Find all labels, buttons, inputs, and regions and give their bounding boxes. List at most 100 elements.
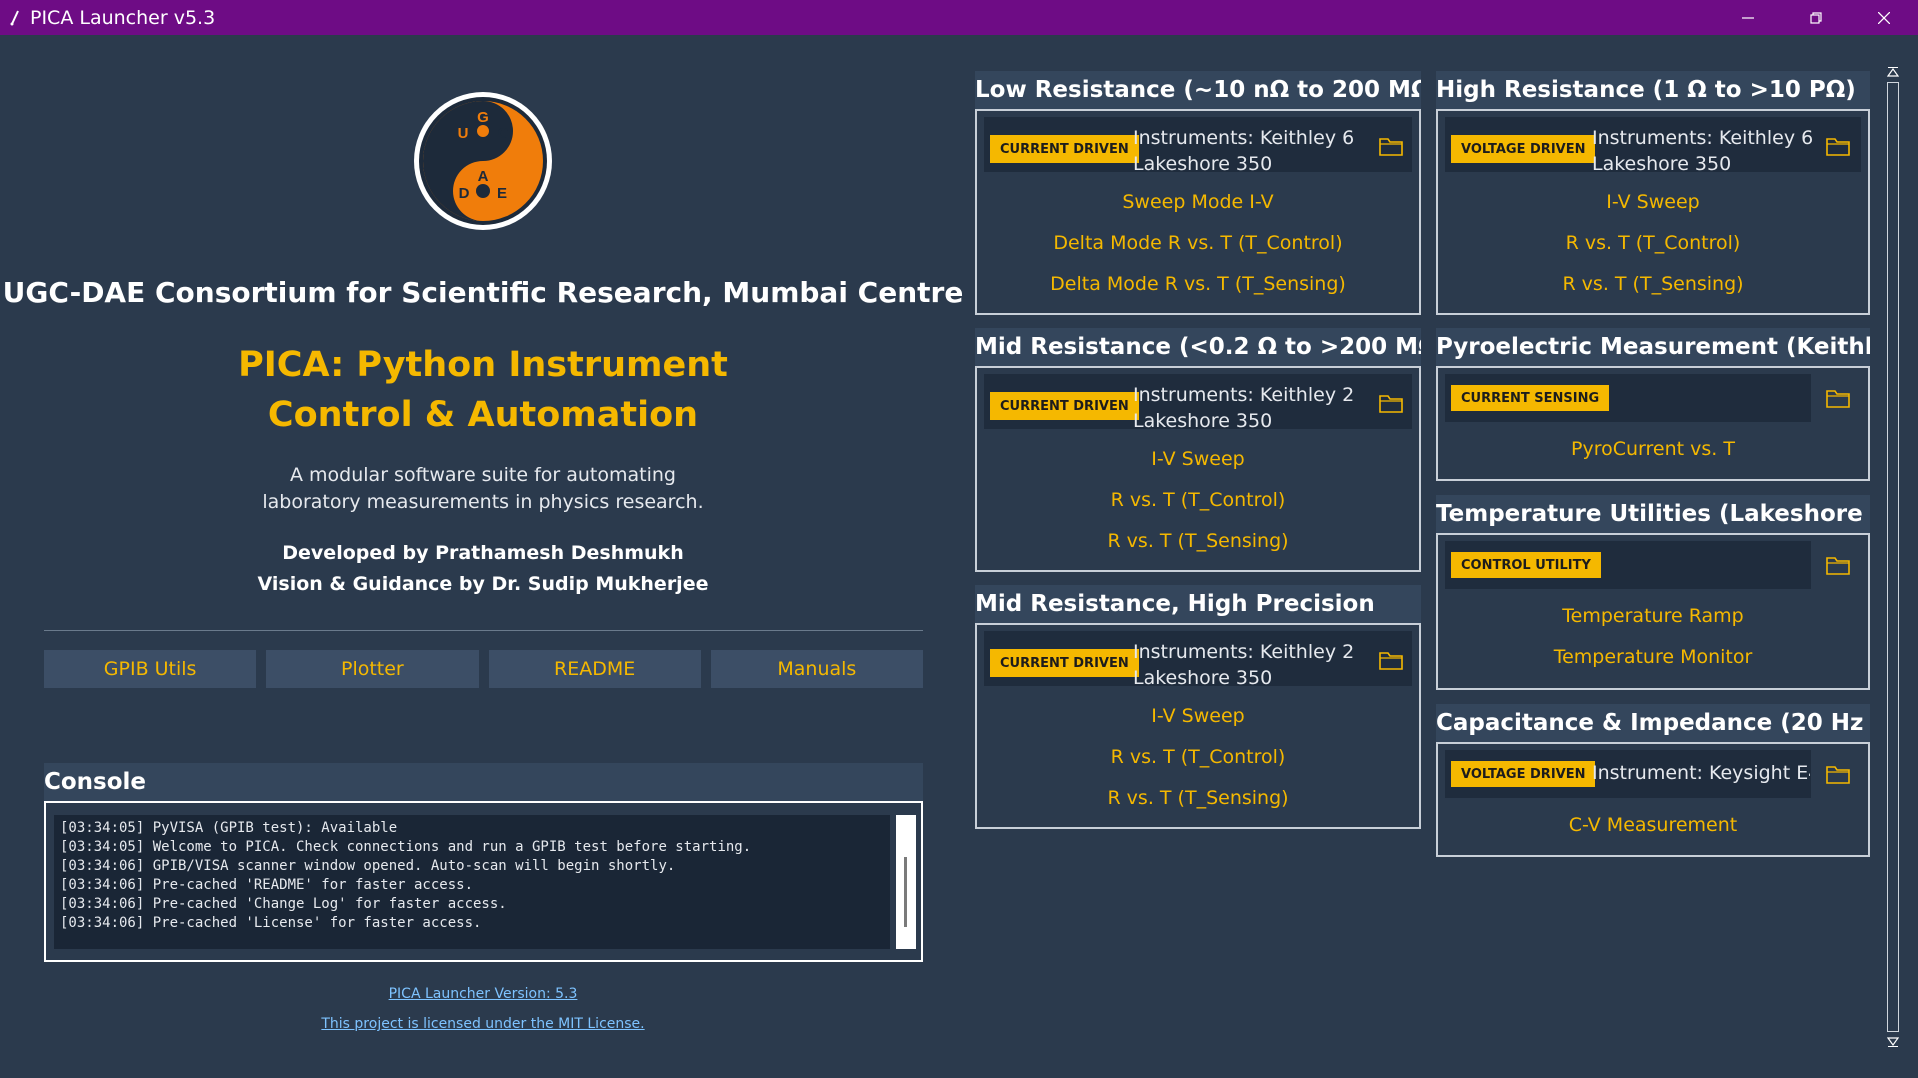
svg-text:A: A	[478, 168, 489, 185]
delta-mode-rt-sensing-link[interactable]: Delta Mode R vs. T (T_Sensing)	[977, 264, 1419, 305]
folder-icon[interactable]	[1826, 388, 1850, 408]
pyrocurrent-link[interactable]: PyroCurrent vs. T	[1438, 429, 1868, 470]
folder-icon[interactable]	[1379, 393, 1403, 413]
section-title: Mid Resistance, High Precision	[975, 591, 1375, 617]
svg-text:U: U	[458, 125, 469, 142]
console-line: [03:34:06] GPIB/VISA scanner window open…	[60, 858, 676, 874]
organization-title: UGC-DAE Consortium for Scientific Resear…	[2, 276, 964, 309]
folder-icon[interactable]	[1379, 136, 1403, 156]
measurement-links: I-V Sweep R vs. T (T_Control) R vs. T (T…	[1438, 182, 1868, 305]
capacitance-impedance-section: Capacitance & Impedance (20 Hz - 2 MHz) …	[1436, 704, 1870, 857]
guidance-credit: Vision & Guidance by Dr. Sudip Mukherjee	[257, 573, 709, 595]
console-panel: [03:34:05] PyVISA (GPIB test): Available…	[44, 801, 923, 962]
rt-sensing-link[interactable]: R vs. T (T_Sensing)	[977, 778, 1419, 819]
instrument-info: CONTROL UTILITY	[1445, 541, 1811, 589]
svg-text:D: D	[459, 185, 470, 202]
minimize-button[interactable]	[1714, 0, 1782, 35]
section-body: CURRENT SENSING PyroCurrent vs. T	[1436, 366, 1870, 481]
section-title: Low Resistance (~10 nΩ to 200 MΩ)	[975, 77, 1421, 103]
pyroelectric-section: Pyroelectric Measurement (Keithley 6517B…	[1436, 328, 1870, 481]
mid-resistance-section: Mid Resistance (<0.2 Ω to >200 MΩ) CURRE…	[975, 328, 1421, 572]
mode-badge: VOLTAGE DRIVEN	[1451, 761, 1596, 787]
section-body: CURRENT DRIVEN Instruments: Keithley 240…	[975, 366, 1421, 572]
manuals-button[interactable]: Manuals	[710, 650, 923, 688]
license-link[interactable]: This project is licensed under the MIT L…	[0, 1016, 966, 1032]
instrument-line: Lakeshore 350	[1133, 410, 1273, 432]
console-scrollbar[interactable]	[896, 815, 916, 949]
rt-sensing-link[interactable]: R vs. T (T_Sensing)	[977, 521, 1419, 562]
svg-text:E: E	[497, 185, 507, 202]
readme-button[interactable]: README	[488, 650, 701, 688]
temperature-ramp-link[interactable]: Temperature Ramp	[1438, 596, 1868, 637]
sweep-mode-iv-link[interactable]: Sweep Mode I-V	[977, 182, 1419, 223]
rt-sensing-link[interactable]: R vs. T (T_Sensing)	[1438, 264, 1868, 305]
console-title: Console	[44, 769, 147, 795]
version-link[interactable]: PICA Launcher Version: 5.3	[0, 986, 966, 1002]
section-title: Pyroelectric Measurement (Keithley 6517B…	[1436, 334, 1870, 360]
section-header: Capacitance & Impedance (20 Hz - 2 MHz)	[1436, 704, 1870, 742]
instrument-info: CURRENT DRIVEN Instruments: Keithley 240…	[984, 374, 1412, 432]
console-scrollbar-thumb[interactable]	[904, 857, 907, 927]
close-button[interactable]	[1850, 0, 1918, 35]
rt-control-link[interactable]: R vs. T (T_Control)	[977, 737, 1419, 778]
scroll-down-button[interactable]	[1886, 1036, 1900, 1048]
measurement-links: I-V Sweep R vs. T (T_Control) R vs. T (T…	[977, 439, 1419, 562]
instrument-line: Instrument: Keysight E4980A	[1592, 762, 1810, 784]
app-name-heading: PICA: Python Instrument Control & Automa…	[0, 340, 966, 440]
high-resistance-section: High Resistance (1 Ω to >10 PΩ) VOLTAGE …	[1436, 71, 1870, 315]
iv-sweep-link[interactable]: I-V Sweep	[977, 696, 1419, 737]
temperature-monitor-link[interactable]: Temperature Monitor	[1438, 637, 1868, 678]
section-title: High Resistance (1 Ω to >10 PΩ)	[1436, 77, 1856, 103]
instrument-line: Instruments: Keithley 2400	[1133, 641, 1353, 663]
description-line1: A modular software suite for automating	[290, 464, 676, 486]
close-icon	[1878, 11, 1890, 24]
app-name-line2: Control & Automation	[267, 395, 699, 435]
section-title: Temperature Utilities (Lakeshore 350)	[1436, 501, 1870, 527]
main-scrollbar[interactable]	[1880, 66, 1906, 1050]
instrument-line: Instruments: Keithley 6517	[1592, 127, 1812, 149]
description-line2: laboratory measurements in physics resea…	[262, 491, 704, 513]
section-header: Mid Resistance (<0.2 Ω to >200 MΩ)	[975, 328, 1421, 366]
mode-badge: CURRENT DRIVEN	[990, 135, 1139, 163]
section-body: CURRENT DRIVEN Instruments: Keithley 240…	[975, 623, 1421, 829]
section-header: Pyroelectric Measurement (Keithley 6517B…	[1436, 328, 1870, 366]
section-header: Mid Resistance, High Precision	[975, 585, 1421, 623]
gpib-utils-button[interactable]: GPIB Utils	[44, 650, 257, 688]
mode-badge: CURRENT DRIVEN	[990, 392, 1139, 420]
cv-measurement-link[interactable]: C-V Measurement	[1438, 805, 1868, 846]
measurement-links: I-V Sweep R vs. T (T_Control) R vs. T (T…	[977, 696, 1419, 819]
instrument-list: Instruments: Keithley 2400 Lakeshore 350	[1133, 382, 1353, 434]
section-body: CURRENT DRIVEN Instruments: Keithley 622…	[975, 109, 1421, 315]
section-body: VOLTAGE DRIVEN Instruments: Keithley 651…	[1436, 109, 1870, 315]
mode-badge: CURRENT SENSING	[1451, 385, 1610, 411]
delta-mode-rt-control-link[interactable]: Delta Mode R vs. T (T_Control)	[977, 223, 1419, 264]
mode-badge: CURRENT DRIVEN	[990, 649, 1139, 677]
folder-icon[interactable]	[1379, 650, 1403, 670]
maximize-icon	[1810, 11, 1822, 24]
folder-icon[interactable]	[1826, 764, 1850, 784]
iv-sweep-link[interactable]: I-V Sweep	[977, 439, 1419, 480]
instrument-line: Lakeshore 350	[1592, 153, 1732, 175]
mode-badge: VOLTAGE DRIVEN	[1451, 135, 1596, 163]
app-icon	[8, 10, 22, 25]
console-log[interactable]: [03:34:05] PyVISA (GPIB test): Available…	[54, 815, 890, 949]
folder-icon[interactable]	[1826, 136, 1850, 156]
plotter-button[interactable]: Plotter	[266, 650, 479, 688]
section-body: VOLTAGE DRIVEN Instrument: Keysight E498…	[1436, 742, 1870, 857]
rt-control-link[interactable]: R vs. T (T_Control)	[977, 480, 1419, 521]
section-title: Capacitance & Impedance (20 Hz - 2 MHz)	[1436, 710, 1870, 736]
instrument-line: Lakeshore 350	[1133, 667, 1273, 689]
scrollbar-track[interactable]	[1887, 82, 1899, 1032]
iv-sweep-link[interactable]: I-V Sweep	[1438, 182, 1868, 223]
maximize-button[interactable]	[1782, 0, 1850, 35]
section-title: Mid Resistance (<0.2 Ω to >200 MΩ)	[975, 334, 1421, 360]
instrument-line: Instruments: Keithley 6221	[1133, 127, 1353, 149]
app-name-line1: PICA: Python Instrument	[238, 345, 728, 385]
rt-control-link[interactable]: R vs. T (T_Control)	[1438, 223, 1868, 264]
section-header: High Resistance (1 Ω to >10 PΩ)	[1436, 71, 1870, 109]
instrument-info: CURRENT SENSING	[1445, 374, 1811, 422]
folder-icon[interactable]	[1826, 555, 1850, 575]
measurement-links: Sweep Mode I-V Delta Mode R vs. T (T_Con…	[977, 182, 1419, 305]
scroll-up-button[interactable]	[1886, 66, 1900, 78]
low-resistance-section: Low Resistance (~10 nΩ to 200 MΩ) CURREN…	[975, 71, 1421, 315]
